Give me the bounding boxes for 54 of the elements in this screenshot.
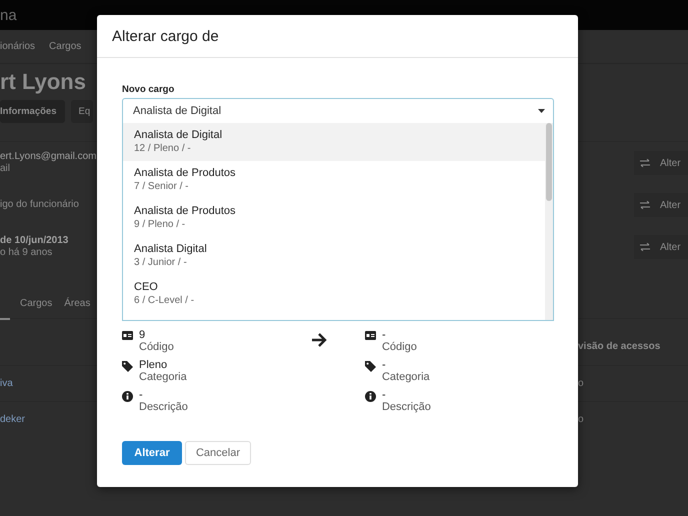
detail-value: - <box>139 389 144 401</box>
field-value: ert.Lyons@gmail.com <box>0 151 96 163</box>
swap-icon <box>640 201 650 209</box>
detail-value: Pleno <box>139 359 168 371</box>
field-value: de 10/jun/2013 <box>0 235 68 247</box>
dropdown-option[interactable]: Analista Digital 3 / Junior / - <box>123 237 545 275</box>
field-caption: ail <box>0 163 12 175</box>
section-button[interactable]: Eq <box>70 100 94 123</box>
detail-label: Código <box>139 341 174 353</box>
detail-value: 9 <box>139 329 146 341</box>
arrow-right-icon <box>311 333 328 347</box>
dropdown-option[interactable]: Analista de Produtos 7 / Senior / - <box>123 161 545 199</box>
nav-link[interactable]: Cargos <box>49 41 82 52</box>
modal-title: Alterar cargo de <box>112 28 219 44</box>
change-button[interactable]: Alter <box>634 235 688 259</box>
table-cell-text: o <box>578 414 585 425</box>
detail-value: - <box>382 359 387 371</box>
detail-label: Descrição <box>382 401 431 413</box>
id-card-icon <box>122 331 133 340</box>
detail-label: Categoria <box>139 371 187 383</box>
dropdown-option[interactable]: CEO 6 / C-Level / - <box>123 275 545 313</box>
section-button[interactable]: Informações <box>0 100 64 123</box>
table-link[interactable]: iva <box>0 378 13 389</box>
detail-value: - <box>382 389 387 401</box>
table-link[interactable]: deker <box>0 414 26 425</box>
detail-label: Descrição <box>139 401 188 413</box>
employee-name: rt Lyons <box>0 69 86 95</box>
detail-label: Código <box>382 341 417 353</box>
field-caption: igo do funcionário <box>0 199 79 211</box>
tab[interactable]: Cargos <box>20 298 52 308</box>
dropdown-option[interactable]: Analista de Digital 12 / Pleno / - <box>123 123 545 161</box>
column-header: visão de acessos <box>578 340 662 352</box>
swap-icon <box>640 243 650 251</box>
detail-value: - <box>382 329 387 341</box>
field-caption: o há 9 anos <box>0 247 54 259</box>
table-cell-text: o <box>578 378 585 389</box>
dropdown-option[interactable]: Analista de Produtos 9 / Pleno / - <box>123 199 545 237</box>
tag-icon <box>364 361 376 372</box>
field-label: Novo cargo <box>122 84 176 95</box>
change-button[interactable]: Alter <box>634 151 688 175</box>
nav-link[interactable]: ionários <box>0 41 36 52</box>
change-button[interactable]: Alter <box>634 193 688 217</box>
swap-icon <box>640 159 650 167</box>
id-card-icon <box>364 331 376 340</box>
info-icon <box>122 391 133 402</box>
tab[interactable]: Áreas <box>64 298 90 308</box>
cancel-button[interactable]: Cancelar <box>185 441 251 465</box>
detail-label: Categoria <box>382 371 430 383</box>
brand-name[interactable]: na <box>0 6 17 24</box>
submit-button[interactable]: Alterar <box>122 441 182 465</box>
scrollbar[interactable] <box>545 123 553 320</box>
caret-icon <box>538 109 545 113</box>
tag-icon <box>122 361 133 372</box>
info-icon <box>364 391 376 402</box>
